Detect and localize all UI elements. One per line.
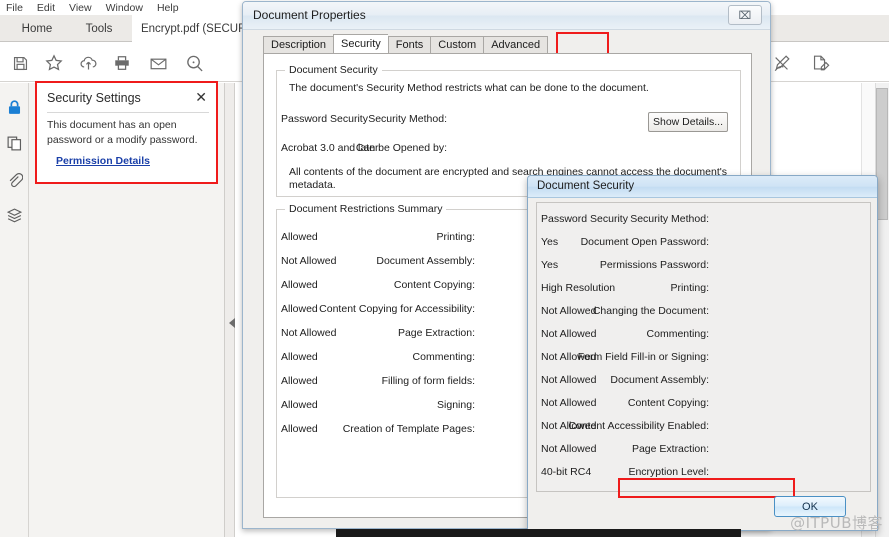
properties-tab-row: Description Security Fonts Custom Advanc… bbox=[263, 34, 549, 54]
security-detail-label: Security Method: bbox=[630, 213, 709, 225]
document-security-dialog-title: Document Security bbox=[537, 180, 635, 192]
divider bbox=[47, 112, 209, 113]
security-detail-label: Content Copying: bbox=[627, 397, 709, 409]
tab-document[interactable]: Encrypt.pdf (SECUR... bbox=[132, 15, 258, 42]
can-be-opened-value: Acrobat 3.0 and later bbox=[281, 142, 379, 154]
close-icon[interactable]: ✕ bbox=[195, 91, 207, 105]
watermark: @ITPUB博客 bbox=[790, 514, 883, 532]
security-detail-label: Changing the Document: bbox=[592, 305, 709, 317]
restriction-value: Allowed bbox=[281, 423, 318, 435]
tab-home[interactable]: Home bbox=[8, 15, 66, 42]
restriction-value: Allowed bbox=[281, 231, 318, 243]
security-detail-value: Not Allowed bbox=[541, 420, 597, 432]
security-settings-description: This document has an open password or a … bbox=[47, 119, 198, 146]
security-settings-title: Security Settings bbox=[47, 90, 141, 105]
email-icon[interactable] bbox=[146, 51, 170, 75]
close-icon[interactable]: ⌧ bbox=[728, 5, 762, 25]
tab-fonts[interactable]: Fonts bbox=[387, 36, 431, 54]
security-detail-value: 40-bit RC4 bbox=[541, 466, 592, 478]
panel-splitter[interactable] bbox=[225, 83, 235, 537]
security-detail-value: Yes bbox=[541, 236, 559, 248]
document-security-body: Security Method: Password Security Documen… bbox=[536, 202, 871, 498]
restriction-value: Allowed bbox=[281, 399, 318, 411]
security-detail-value: Not Allowed bbox=[541, 305, 597, 317]
restriction-label: Commenting: bbox=[412, 351, 475, 363]
restriction-value: Allowed bbox=[281, 303, 318, 315]
edit-document-icon[interactable] bbox=[808, 51, 832, 75]
search-icon[interactable] bbox=[182, 51, 206, 75]
security-detail-value: Not Allowed bbox=[541, 328, 597, 340]
restriction-label: Printing: bbox=[436, 231, 475, 243]
tab-description[interactable]: Description bbox=[263, 36, 334, 54]
menu-item-window[interactable]: Window bbox=[106, 2, 143, 14]
security-settings-panel: Security Settings ✕ This document has an… bbox=[35, 81, 218, 184]
show-details-button[interactable]: Show Details... bbox=[648, 112, 728, 132]
save-icon[interactable] bbox=[8, 51, 32, 75]
security-detail-value: Not Allowed bbox=[541, 397, 597, 409]
layers-icon[interactable] bbox=[4, 205, 25, 226]
tab-custom[interactable]: Custom bbox=[430, 36, 484, 54]
menu-item-file[interactable]: File bbox=[6, 2, 23, 14]
restriction-value: Allowed bbox=[281, 279, 318, 291]
security-detail-label: Encryption Level: bbox=[628, 466, 709, 478]
restriction-label: Content Copying: bbox=[393, 279, 475, 291]
menu-item-edit[interactable]: Edit bbox=[37, 2, 55, 14]
security-detail-label: Document Assembly: bbox=[610, 374, 709, 386]
security-detail-value: Password Security bbox=[541, 213, 628, 225]
security-detail-label: Printing: bbox=[670, 282, 709, 294]
lock-icon[interactable] bbox=[4, 97, 25, 118]
restriction-label: Page Extraction: bbox=[397, 327, 475, 339]
security-detail-value: Not Allowed bbox=[541, 351, 597, 363]
tab-advanced[interactable]: Advanced bbox=[483, 36, 549, 54]
security-method-label: Security Method: bbox=[368, 113, 447, 125]
security-settings-header: Security Settings ✕ bbox=[37, 83, 216, 112]
attachment-icon[interactable] bbox=[4, 169, 25, 190]
security-detail-value: Yes bbox=[541, 259, 559, 271]
encryption-level-highlight bbox=[618, 478, 795, 498]
restriction-value: Not Allowed bbox=[281, 255, 337, 267]
star-icon[interactable] bbox=[42, 51, 66, 75]
print-icon[interactable] bbox=[110, 51, 134, 75]
restriction-label: Content Copying for Accessibility: bbox=[319, 303, 475, 315]
security-detail-value: High Resolution bbox=[541, 282, 616, 294]
permission-details-link[interactable]: Permission Details bbox=[56, 155, 150, 167]
restriction-label: Creation of Template Pages: bbox=[342, 423, 475, 435]
document-security-dialog: Document Security Security Method: Passwo… bbox=[527, 175, 878, 531]
menu-item-help[interactable]: Help bbox=[157, 2, 179, 14]
security-detail-label: Form Field Fill-in or Signing: bbox=[577, 351, 709, 363]
cloud-upload-icon[interactable] bbox=[76, 51, 100, 75]
security-detail-label: Document Open Password: bbox=[580, 236, 709, 248]
tab-security[interactable]: Security bbox=[333, 34, 388, 54]
restriction-value: Allowed bbox=[281, 375, 318, 387]
security-detail-value: Not Allowed bbox=[541, 443, 597, 455]
restriction-label: Filling of form fields: bbox=[381, 375, 475, 387]
menu-item-view[interactable]: View bbox=[69, 2, 92, 14]
document-security-intro: The document's Security Method restricts… bbox=[289, 82, 649, 94]
restriction-label: Document Assembly: bbox=[376, 255, 475, 267]
window-bottom-edge bbox=[336, 529, 741, 537]
restriction-value: Not Allowed bbox=[281, 327, 337, 339]
restriction-value: Allowed bbox=[281, 351, 318, 363]
page-thumbnails-icon[interactable] bbox=[4, 133, 25, 154]
document-security-legend: Document Security bbox=[285, 64, 382, 76]
encryption-note-line2: metadata. bbox=[289, 179, 336, 191]
acrobat-window: File Edit View Window Help Home Tools En… bbox=[0, 0, 889, 537]
sign-icon[interactable] bbox=[770, 51, 794, 75]
document-properties-title: Document Properties bbox=[253, 8, 366, 22]
security-detail-label: Commenting: bbox=[646, 328, 709, 340]
security-method-value: Password Security bbox=[281, 113, 368, 125]
navigation-rail bbox=[0, 83, 29, 537]
tab-tools[interactable]: Tools bbox=[70, 15, 128, 42]
document-restrictions-legend: Document Restrictions Summary bbox=[285, 203, 447, 215]
security-detail-value: Not Allowed bbox=[541, 374, 597, 386]
security-detail-label: Page Extraction: bbox=[631, 443, 709, 455]
security-detail-label: Permissions Password: bbox=[599, 259, 709, 271]
restriction-label: Signing: bbox=[437, 399, 475, 411]
collapse-panel-arrow-icon[interactable] bbox=[229, 318, 235, 328]
